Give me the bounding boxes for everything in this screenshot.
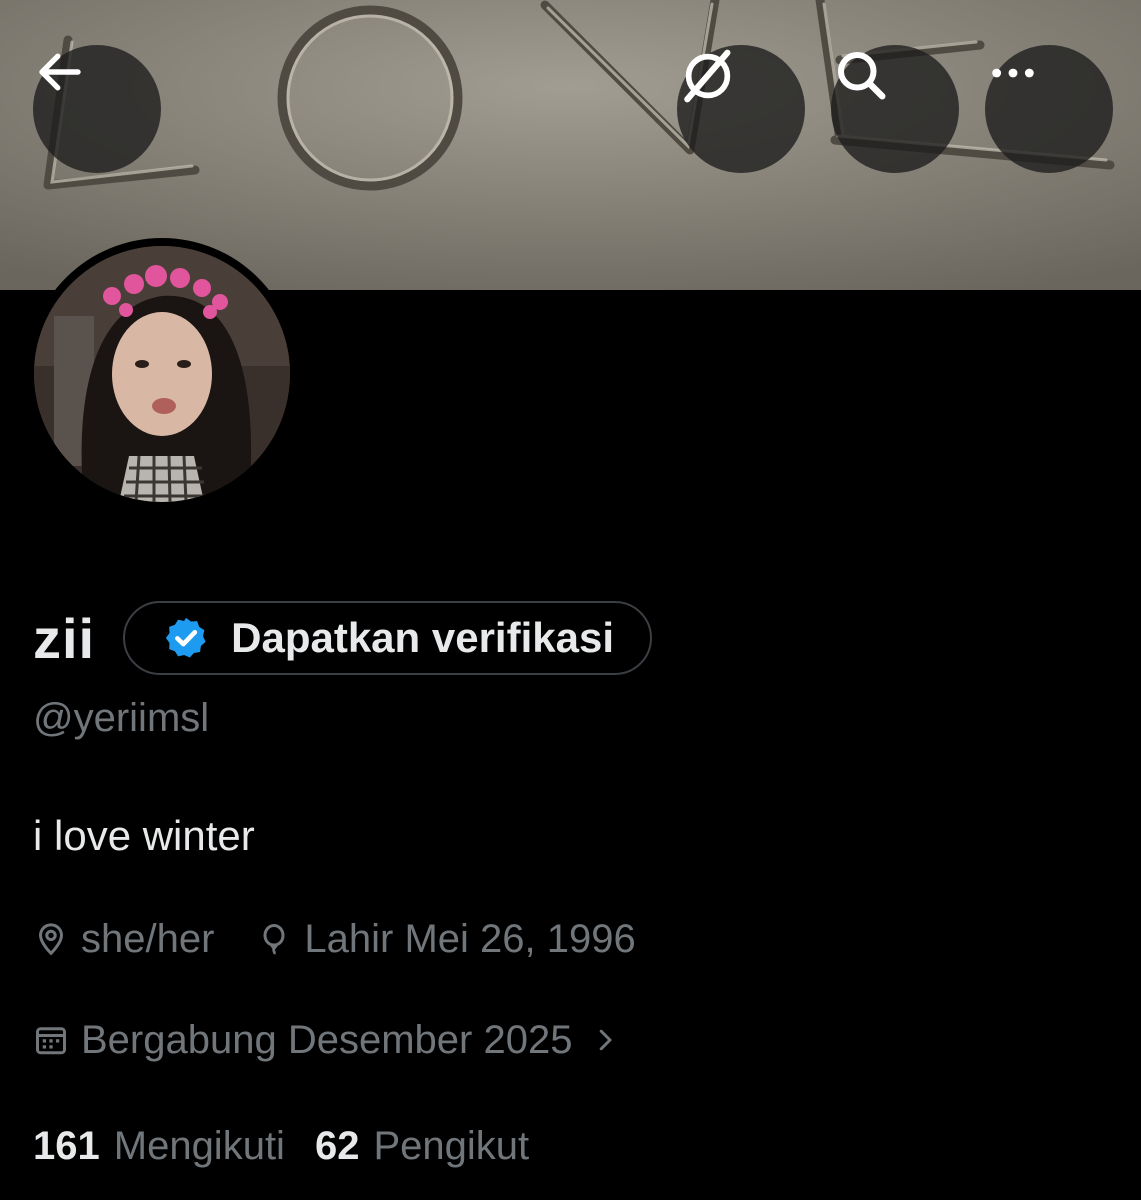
search-icon [838,52,886,100]
grok-button[interactable] [677,45,805,173]
display-name: zii [33,606,96,670]
get-verified-button[interactable]: Dapatkan verifikasi [123,601,652,675]
following-label: Mengikuti [113,1123,285,1168]
name-row: zii Dapatkan verifikasi [33,598,652,678]
birthday-text: Lahir Mei 26, 1996 [304,916,636,961]
bio: i love winter [33,812,255,859]
calendar-icon [36,1027,66,1055]
grok-icon [684,49,731,103]
avatar-photo [34,246,290,502]
follow-stats-row: 161 Mengikuti 62 Pengikut [33,1118,529,1174]
more-horizontal-icon [992,68,1034,78]
followers-label: Pengikut [373,1123,530,1168]
back-button[interactable] [33,45,161,173]
avatar[interactable] [34,246,290,502]
chevron-right-icon [600,1029,612,1051]
pronouns-text: she/her [81,916,215,961]
joined-text: Bergabung Desember 2025 [81,1017,573,1062]
profile-meta-row-1: she/her Lahir Mei 26, 1996 [33,911,636,967]
followers-count: 62 [314,1123,360,1168]
joined-row[interactable]: Bergabung Desember 2025 [33,1012,632,1068]
following-link[interactable]: 161 Mengikuti [33,1124,285,1169]
user-handle: @yeriimsl [33,696,210,740]
search-button[interactable] [831,45,959,173]
verified-badge-icon [166,617,206,658]
location-pin-icon [38,923,64,956]
followers-link[interactable]: 62 Pengikut [315,1124,529,1169]
more-button[interactable] [985,45,1113,173]
balloon-icon [263,923,285,955]
following-count: 161 [33,1123,100,1168]
arrow-left-icon [39,53,81,91]
pronouns-item: she/her [33,917,214,962]
get-verified-label: Dapatkan verifikasi [231,614,614,661]
joined-item: Bergabung Desember 2025 [33,1018,632,1063]
birthday-item: Lahir Mei 26, 1996 [256,916,636,962]
